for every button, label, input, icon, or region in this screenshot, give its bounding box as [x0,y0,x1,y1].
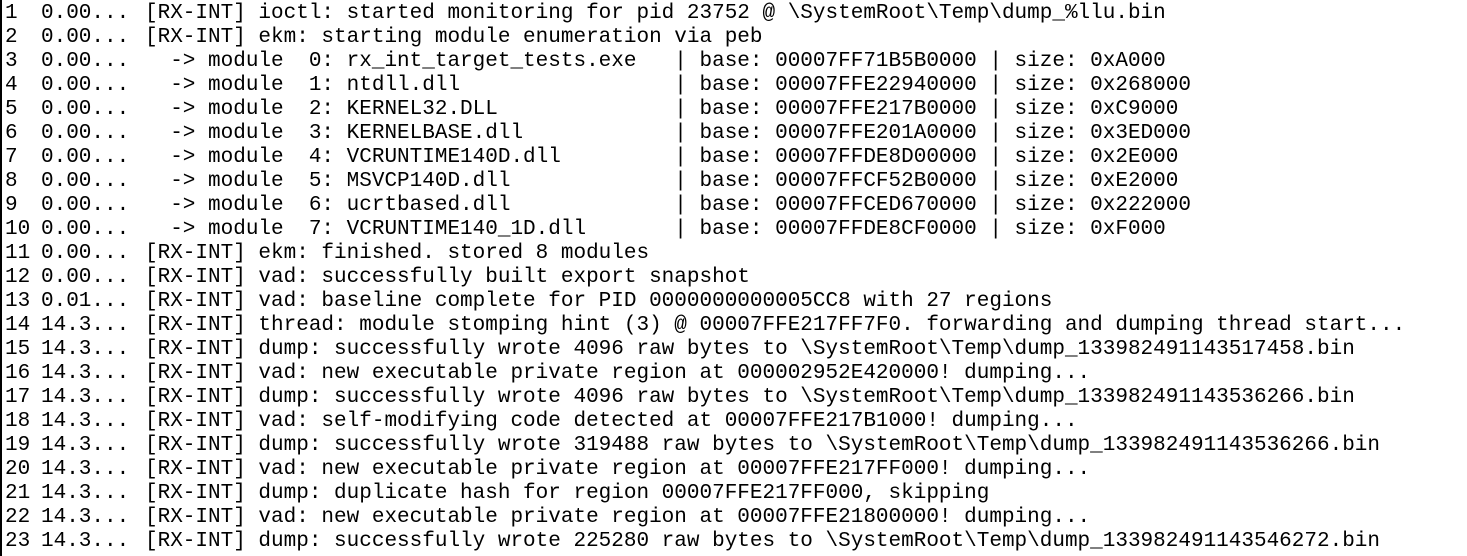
line-time: 14.3... [41,362,130,385]
line-message: [RX-INT] dump: duplicate hash for region… [145,482,990,505]
line-number: 2 [5,26,18,49]
line-message: -> module 4: VCRUNTIME140D.dll | base: 0… [145,146,1179,169]
line-message: [RX-INT] vad: self-modifying code detect… [145,410,1078,433]
line-message: -> module 5: MSVCP140D.dll | base: 00007… [145,170,1179,193]
line-number: 7 [5,146,18,169]
line-number: 3 [5,50,18,73]
line-time: 0.00... [41,266,130,289]
line-time: 0.00... [41,26,130,49]
line-number: 5 [5,98,18,121]
line-time: 0.00... [41,146,130,169]
line-time: 0.00... [41,50,130,73]
line-message: -> module 1: ntdll.dll | base: 00007FFE2… [145,74,1191,97]
line-number: 19 [5,434,31,457]
line-number: 13 [5,290,31,313]
line-time: 0.00... [41,122,130,145]
line-number: 17 [5,386,31,409]
line-time: 0.01... [41,290,130,313]
line-message: [RX-INT] vad: baseline complete for PID … [145,290,1053,313]
line-time: 14.3... [41,338,130,361]
line-time: 0.00... [41,98,130,121]
line-message: [RX-INT] vad: new executable private reg… [145,458,1091,481]
line-number: 14 [5,314,31,337]
line-number: 23 [5,530,31,553]
line-message: [RX-INT] thread: module stomping hint (3… [145,314,1406,337]
line-message: -> module 0: rx_int_target_tests.exe | b… [145,50,1166,73]
line-number: 15 [5,338,31,361]
line-number: 6 [5,122,18,145]
line-message: [RX-INT] dump: successfully wrote 319488… [145,434,1381,457]
line-number: 4 [5,74,18,97]
line-message: [RX-INT] dump: successfully wrote 4096 r… [145,386,1355,409]
line-message: [RX-INT] ioctl: started monitoring for p… [145,2,1166,25]
debug-log-view: 1 0.00... [RX-INT] ioctl: started monitori… [0,0,1467,556]
line-message: [RX-INT] vad: new executable private reg… [145,362,1091,385]
line-time: 14.3... [41,506,130,529]
line-time: 0.00... [41,218,130,241]
line-number: 21 [5,482,31,505]
line-message: -> module 3: KERNELBASE.dll | base: 0000… [145,122,1191,145]
line-number: 8 [5,170,18,193]
line-time: 14.3... [41,458,130,481]
line-time: 0.00... [41,194,130,217]
line-message: -> module 6: ucrtbased.dll | base: 00007… [145,194,1191,217]
line-time: 14.3... [41,386,130,409]
line-number: 11 [5,242,31,265]
line-time: 14.3... [41,530,130,553]
line-time: 14.3... [41,410,130,433]
line-message: [RX-INT] ekm: finished. stored 8 modules [145,242,650,265]
line-time: 14.3... [41,482,130,505]
line-message: [RX-INT] vad: new executable private reg… [145,506,1091,529]
line-time: 0.00... [41,2,130,25]
line-number: 10 [5,218,31,241]
line-number: 12 [5,266,31,289]
line-time: 14.3... [41,434,130,457]
line-time: 0.00... [41,170,130,193]
line-number: 16 [5,362,31,385]
line-message: -> module 7: VCRUNTIME140_1D.dll | base:… [145,218,1166,241]
line-time: 0.00... [41,242,130,265]
line-number: 1 [5,2,18,25]
line-time: 0.00... [41,74,130,97]
line-number: 18 [5,410,31,433]
line-number: 9 [5,194,18,217]
line-message: [RX-INT] dump: successfully wrote 225280… [145,530,1381,553]
line-message: [RX-INT] vad: successfully built export … [145,266,750,289]
line-message: [RX-INT] dump: successfully wrote 4096 r… [145,338,1355,361]
log-view-left-border [0,0,2,556]
line-message: -> module 2: KERNEL32.DLL | base: 00007F… [145,98,1179,121]
line-message: [RX-INT] ekm: starting module enumeratio… [145,26,763,49]
line-time: 14.3... [41,314,130,337]
line-number: 22 [5,506,31,529]
line-number: 20 [5,458,31,481]
